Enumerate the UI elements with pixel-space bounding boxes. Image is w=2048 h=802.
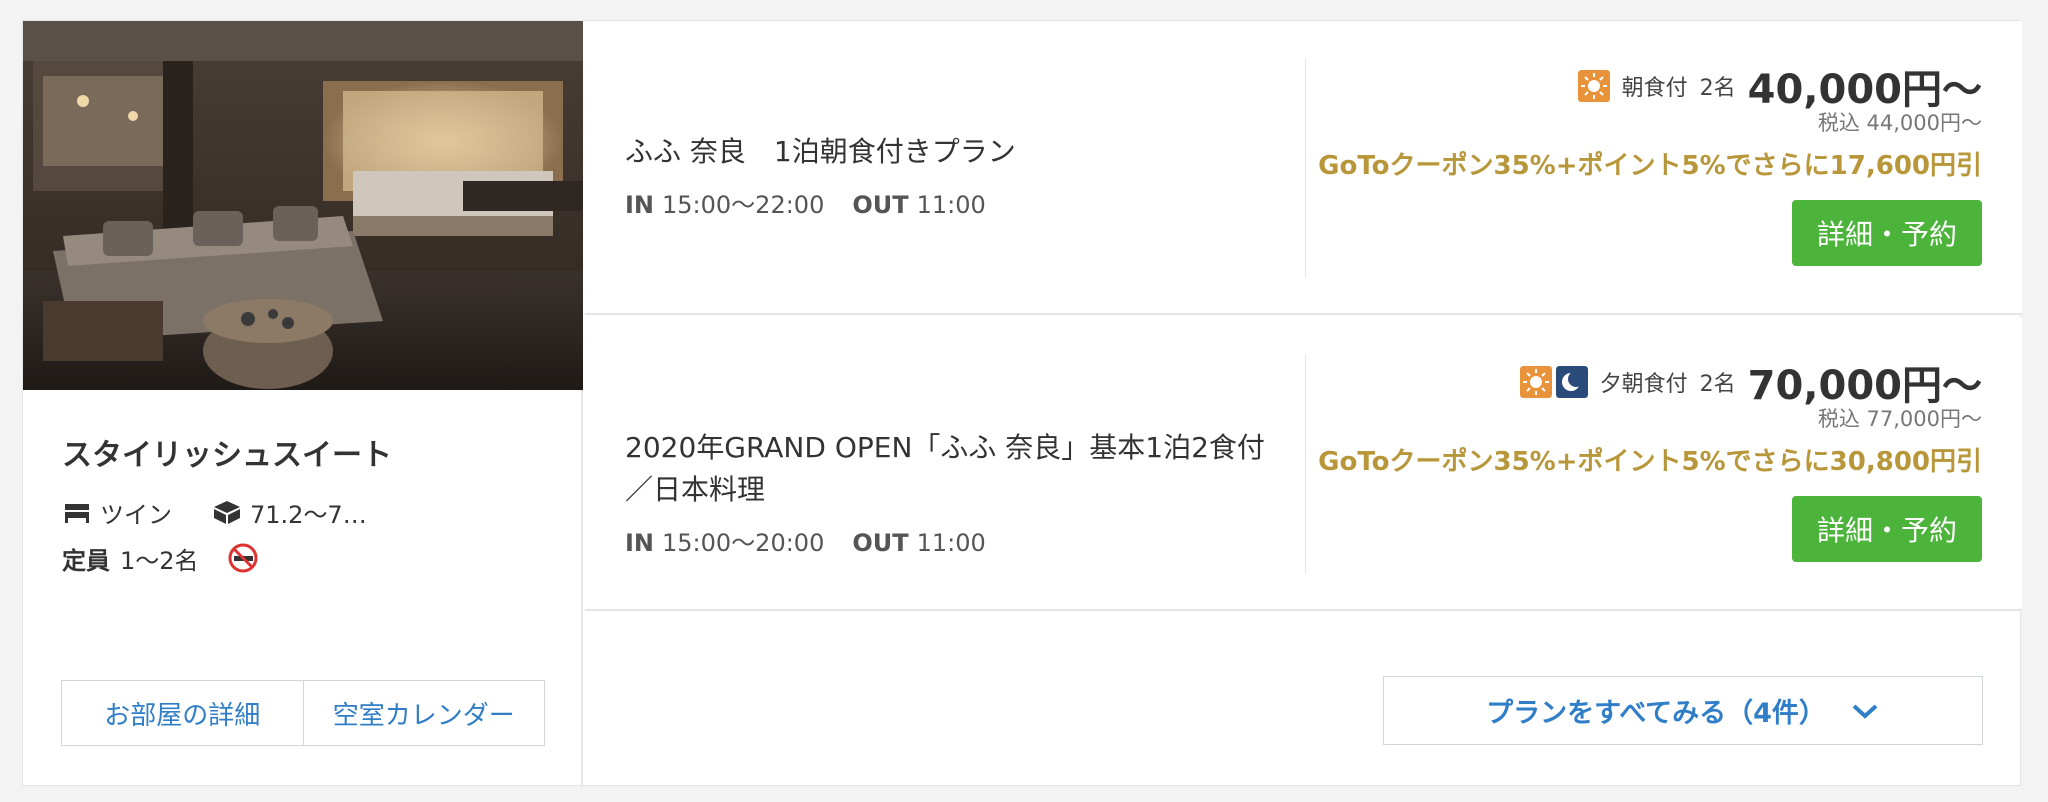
breakfast-sun-icon [1519, 366, 1552, 398]
availability-calendar-button[interactable]: 空室カレンダー [302, 681, 544, 745]
room-name: スタイリッシュスイート [62, 438, 392, 473]
checkout-label: OUT [852, 529, 909, 557]
plan-info: ふふ 奈良 1泊朝食付きプラン IN 15:00〜22:00 OUT 11:00 [625, 131, 1265, 220]
detail-book-button[interactable]: 詳細・予約 [1792, 200, 1982, 266]
coupon-discount: GoToクーポン35%+ポイント5%でさらに30,800円引 [1318, 447, 1982, 477]
room-capacity: 定員 1〜2名 [62, 541, 259, 575]
plan-name[interactable]: 2020年GRAND OPEN「ふふ 奈良」基本1泊2食付／日本料理 [625, 427, 1265, 511]
coupon-discount: GoToクーポン35%+ポイント5%でさらに17,600円引 [1318, 151, 1982, 181]
persons: 2名 [1699, 372, 1736, 397]
checkin-label: IN [625, 191, 655, 219]
show-all-plans-label: プランをすべてみる（4件） [1486, 698, 1826, 729]
check-times: IN 15:00〜22:00 OUT 11:00 [625, 185, 1265, 220]
room-detail-button[interactable]: お部屋の詳細 [62, 681, 303, 745]
room-size-icon [214, 501, 240, 524]
checkout-label: OUT [852, 191, 909, 219]
plan-row: ふふ 奈良 1泊朝食付きプラン IN 15:00〜22:00 OUT 11:00 朝食… [585, 21, 2022, 315]
room-specs: ツイン 71.2〜7… [62, 495, 367, 529]
check-times: IN 15:00〜20:00 OUT 11:00 [625, 523, 1265, 558]
price-box: 夕朝食付 2名 70,000円〜 税込 77,000円〜 GoToクーポン35%… [1282, 357, 1982, 562]
breakfast-sun-icon [1577, 70, 1610, 102]
no-smoking-icon [228, 543, 258, 573]
capacity-label: 定員 [62, 546, 110, 575]
room-actions: お部屋の詳細 空室カレンダー [61, 680, 545, 746]
checkout-time: 11:00 [916, 191, 986, 219]
meal-type: 朝食付 [1621, 76, 1688, 101]
detail-book-button[interactable]: 詳細・予約 [1792, 496, 1982, 562]
meal-price-line: 朝食付 2名 40,000円〜 [1282, 61, 1982, 113]
tax-inclusive-price: 税込 77,000円〜 [1817, 407, 1982, 431]
plan-name[interactable]: ふふ 奈良 1泊朝食付きプラン [625, 131, 1265, 173]
persons: 2名 [1699, 76, 1736, 101]
capacity-value: 1〜2名 [120, 546, 199, 575]
checkin-time: 15:00〜22:00 [662, 191, 825, 219]
checkout-time: 11:00 [916, 529, 986, 557]
plan-row: 2020年GRAND OPEN「ふふ 奈良」基本1泊2食付／日本料理 IN 15:… [585, 317, 2022, 611]
room-plan-card: スタイリッシュスイート ツイン 71.2〜7… 定員 1〜2名 お部屋の詳細 空… [22, 20, 2022, 787]
room-photo[interactable] [23, 21, 583, 390]
chevron-down-icon [1852, 704, 1878, 719]
bed-icon [65, 504, 89, 523]
meal-type: 夕朝食付 [1599, 372, 1688, 397]
bed-type: ツイン [100, 500, 172, 529]
dinner-moon-icon [1555, 366, 1588, 398]
tax-inclusive-price: 税込 44,000円〜 [1817, 111, 1982, 135]
show-all-plans-button[interactable]: プランをすべてみる（4件） [1383, 676, 1983, 745]
room-size: 71.2〜7… [250, 500, 367, 529]
price-box: 朝食付 2名 40,000円〜 税込 44,000円〜 GoToクーポン35%+… [1282, 61, 1982, 266]
plan-info: 2020年GRAND OPEN「ふふ 奈良」基本1泊2食付／日本料理 IN 15:… [625, 427, 1265, 558]
checkin-label: IN [625, 529, 655, 557]
room-column: スタイリッシュスイート ツイン 71.2〜7… 定員 1〜2名 お部屋の詳細 空… [23, 21, 583, 787]
meal-price-line: 夕朝食付 2名 70,000円〜 [1282, 357, 1982, 409]
checkin-time: 15:00〜20:00 [662, 529, 825, 557]
